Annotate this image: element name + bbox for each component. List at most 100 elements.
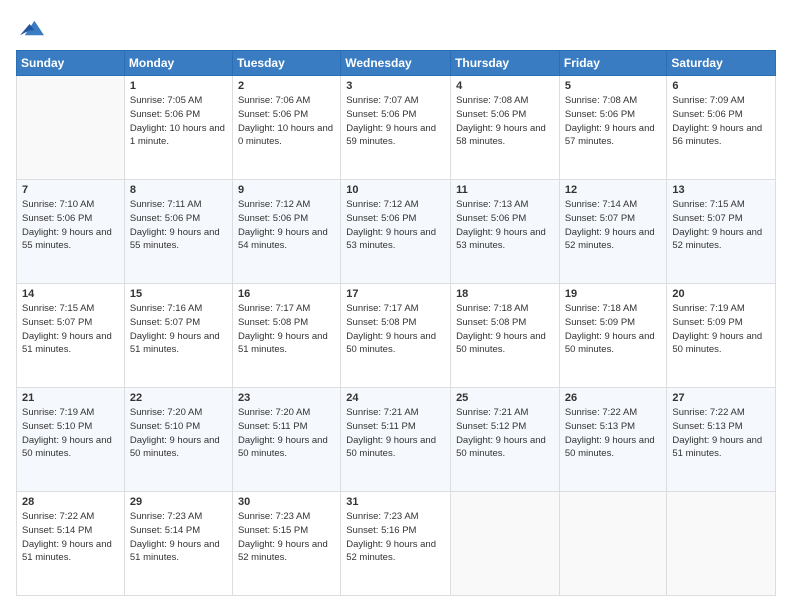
day-number: 28 xyxy=(22,496,119,508)
calendar-cell: 20Sunrise: 7:19 AMSunset: 5:09 PMDayligh… xyxy=(667,284,776,388)
day-number: 4 xyxy=(456,80,554,92)
day-number: 24 xyxy=(346,392,445,404)
calendar-cell: 7Sunrise: 7:10 AMSunset: 5:06 PMDaylight… xyxy=(17,180,125,284)
weekday-header-row: SundayMondayTuesdayWednesdayThursdayFrid… xyxy=(17,51,776,76)
calendar-cell: 19 Sunrise: 7:18 AMSunset: 5:09 PMDayligh… xyxy=(559,284,667,388)
calendar-cell: 26 Sunrise: 7:22 AMSunset: 5:13 PMDayligh… xyxy=(559,388,667,492)
day-info: Sunrise: 7:21 AMSunset: 5:12 PMDaylight:… xyxy=(456,406,554,461)
day-info: Sunrise: 7:12 AMSunset: 5:06 PMDaylight:… xyxy=(238,198,335,253)
calendar-cell: 17 Sunrise: 7:17 AMSunset: 5:08 PMDayligh… xyxy=(341,284,451,388)
day-info: Sunrise: 7:17 AMSunset: 5:08 PMDaylight:… xyxy=(346,302,445,357)
calendar-cell: 6Sunrise: 7:09 AMSunset: 5:06 PMDaylight… xyxy=(667,76,776,180)
calendar-cell: 2 Sunrise: 7:06 AMSunset: 5:06 PMDaylight… xyxy=(232,76,340,180)
day-info: Sunrise: 7:15 AMSunset: 5:07 PMDaylight:… xyxy=(672,198,770,253)
calendar-cell xyxy=(451,492,560,596)
calendar-cell: 4 Sunrise: 7:08 AMSunset: 5:06 PMDaylight… xyxy=(451,76,560,180)
calendar-cell: 27 Sunrise: 7:22 AMSunset: 5:13 PMDayligh… xyxy=(667,388,776,492)
calendar-cell: 16 Sunrise: 7:17 AMSunset: 5:08 PMDayligh… xyxy=(232,284,340,388)
day-info: Sunrise: 7:19 AMSunset: 5:09 PMDaylight:… xyxy=(672,302,770,357)
calendar-cell: 28 Sunrise: 7:22 AMSunset: 5:14 PMDayligh… xyxy=(17,492,125,596)
calendar-cell: 8 Sunrise: 7:11 AMSunset: 5:06 PMDaylight… xyxy=(124,180,232,284)
day-number: 21 xyxy=(22,392,119,404)
day-info: Sunrise: 7:20 AMSunset: 5:10 PMDaylight:… xyxy=(130,406,227,461)
day-number: 17 xyxy=(346,288,445,300)
week-row-1: 7Sunrise: 7:10 AMSunset: 5:06 PMDaylight… xyxy=(17,180,776,284)
day-number: 30 xyxy=(238,496,335,508)
day-info: Sunrise: 7:19 AMSunset: 5:10 PMDaylight:… xyxy=(22,406,119,461)
day-number: 27 xyxy=(672,392,770,404)
day-number: 9 xyxy=(238,184,335,196)
week-row-4: 28 Sunrise: 7:22 AMSunset: 5:14 PMDayligh… xyxy=(17,492,776,596)
calendar-cell: 21 Sunrise: 7:19 AMSunset: 5:10 PMDayligh… xyxy=(17,388,125,492)
day-info: Sunrise: 7:17 AMSunset: 5:08 PMDaylight:… xyxy=(238,302,335,357)
calendar-cell: 12 Sunrise: 7:14 AMSunset: 5:07 PMDayligh… xyxy=(559,180,667,284)
calendar-cell: 11 Sunrise: 7:13 AMSunset: 5:06 PMDayligh… xyxy=(451,180,560,284)
week-row-2: 14 Sunrise: 7:15 AMSunset: 5:07 PMDayligh… xyxy=(17,284,776,388)
calendar-cell: 18 Sunrise: 7:18 AMSunset: 5:08 PMDayligh… xyxy=(451,284,560,388)
day-number: 11 xyxy=(456,184,554,196)
day-info: Sunrise: 7:22 AMSunset: 5:13 PMDaylight:… xyxy=(565,406,662,461)
day-info: Sunrise: 7:14 AMSunset: 5:07 PMDaylight:… xyxy=(565,198,662,253)
weekday-monday: Monday xyxy=(124,51,232,76)
day-number: 31 xyxy=(346,496,445,508)
day-info: Sunrise: 7:15 AMSunset: 5:07 PMDaylight:… xyxy=(22,302,119,357)
day-number: 23 xyxy=(238,392,335,404)
day-number: 16 xyxy=(238,288,335,300)
day-number: 14 xyxy=(22,288,119,300)
day-info: Sunrise: 7:13 AMSunset: 5:06 PMDaylight:… xyxy=(456,198,554,253)
calendar-cell xyxy=(17,76,125,180)
logo xyxy=(16,16,44,40)
day-info: Sunrise: 7:09 AMSunset: 5:06 PMDaylight:… xyxy=(672,94,770,149)
day-info: Sunrise: 7:20 AMSunset: 5:11 PMDaylight:… xyxy=(238,406,335,461)
calendar-cell xyxy=(559,492,667,596)
day-number: 22 xyxy=(130,392,227,404)
day-info: Sunrise: 7:11 AMSunset: 5:06 PMDaylight:… xyxy=(130,198,227,253)
calendar-cell: 10Sunrise: 7:12 AMSunset: 5:06 PMDayligh… xyxy=(341,180,451,284)
weekday-friday: Friday xyxy=(559,51,667,76)
calendar-cell: 1 Sunrise: 7:05 AMSunset: 5:06 PMDaylight… xyxy=(124,76,232,180)
calendar-cell: 13Sunrise: 7:15 AMSunset: 5:07 PMDayligh… xyxy=(667,180,776,284)
calendar-cell: 22 Sunrise: 7:20 AMSunset: 5:10 PMDayligh… xyxy=(124,388,232,492)
day-info: Sunrise: 7:18 AMSunset: 5:09 PMDaylight:… xyxy=(565,302,662,357)
calendar-cell: 9 Sunrise: 7:12 AMSunset: 5:06 PMDaylight… xyxy=(232,180,340,284)
day-number: 1 xyxy=(130,80,227,92)
day-number: 2 xyxy=(238,80,335,92)
calendar-cell: 23 Sunrise: 7:20 AMSunset: 5:11 PMDayligh… xyxy=(232,388,340,492)
day-number: 3 xyxy=(346,80,445,92)
calendar-table: SundayMondayTuesdayWednesdayThursdayFrid… xyxy=(16,50,776,596)
day-number: 29 xyxy=(130,496,227,508)
calendar-cell: 14 Sunrise: 7:15 AMSunset: 5:07 PMDayligh… xyxy=(17,284,125,388)
calendar-cell: 31 Sunrise: 7:23 AMSunset: 5:16 PMDayligh… xyxy=(341,492,451,596)
day-info: Sunrise: 7:08 AMSunset: 5:06 PMDaylight:… xyxy=(456,94,554,149)
day-info: Sunrise: 7:06 AMSunset: 5:06 PMDaylight:… xyxy=(238,94,335,149)
day-info: Sunrise: 7:08 AMSunset: 5:06 PMDaylight:… xyxy=(565,94,662,149)
calendar-cell: 5 Sunrise: 7:08 AMSunset: 5:06 PMDaylight… xyxy=(559,76,667,180)
weekday-saturday: Saturday xyxy=(667,51,776,76)
day-info: Sunrise: 7:23 AMSunset: 5:14 PMDaylight:… xyxy=(130,510,227,565)
day-info: Sunrise: 7:16 AMSunset: 5:07 PMDaylight:… xyxy=(130,302,227,357)
day-number: 8 xyxy=(130,184,227,196)
weekday-wednesday: Wednesday xyxy=(341,51,451,76)
day-number: 19 xyxy=(565,288,662,300)
day-number: 15 xyxy=(130,288,227,300)
day-info: Sunrise: 7:23 AMSunset: 5:16 PMDaylight:… xyxy=(346,510,445,565)
day-info: Sunrise: 7:12 AMSunset: 5:06 PMDaylight:… xyxy=(346,198,445,253)
day-info: Sunrise: 7:23 AMSunset: 5:15 PMDaylight:… xyxy=(238,510,335,565)
calendar-cell: 24Sunrise: 7:21 AMSunset: 5:11 PMDayligh… xyxy=(341,388,451,492)
calendar-cell: 3 Sunrise: 7:07 AMSunset: 5:06 PMDaylight… xyxy=(341,76,451,180)
logo-icon xyxy=(20,16,44,40)
day-info: Sunrise: 7:22 AMSunset: 5:14 PMDaylight:… xyxy=(22,510,119,565)
calendar-cell: 30 Sunrise: 7:23 AMSunset: 5:15 PMDayligh… xyxy=(232,492,340,596)
day-info: Sunrise: 7:18 AMSunset: 5:08 PMDaylight:… xyxy=(456,302,554,357)
day-number: 26 xyxy=(565,392,662,404)
day-info: Sunrise: 7:22 AMSunset: 5:13 PMDaylight:… xyxy=(672,406,770,461)
calendar-cell: 29 Sunrise: 7:23 AMSunset: 5:14 PMDayligh… xyxy=(124,492,232,596)
day-number: 12 xyxy=(565,184,662,196)
day-info: Sunrise: 7:05 AMSunset: 5:06 PMDaylight:… xyxy=(130,94,227,149)
day-number: 18 xyxy=(456,288,554,300)
header xyxy=(16,16,776,40)
day-info: Sunrise: 7:07 AMSunset: 5:06 PMDaylight:… xyxy=(346,94,445,149)
day-number: 5 xyxy=(565,80,662,92)
calendar-cell xyxy=(667,492,776,596)
week-row-0: 1 Sunrise: 7:05 AMSunset: 5:06 PMDaylight… xyxy=(17,76,776,180)
